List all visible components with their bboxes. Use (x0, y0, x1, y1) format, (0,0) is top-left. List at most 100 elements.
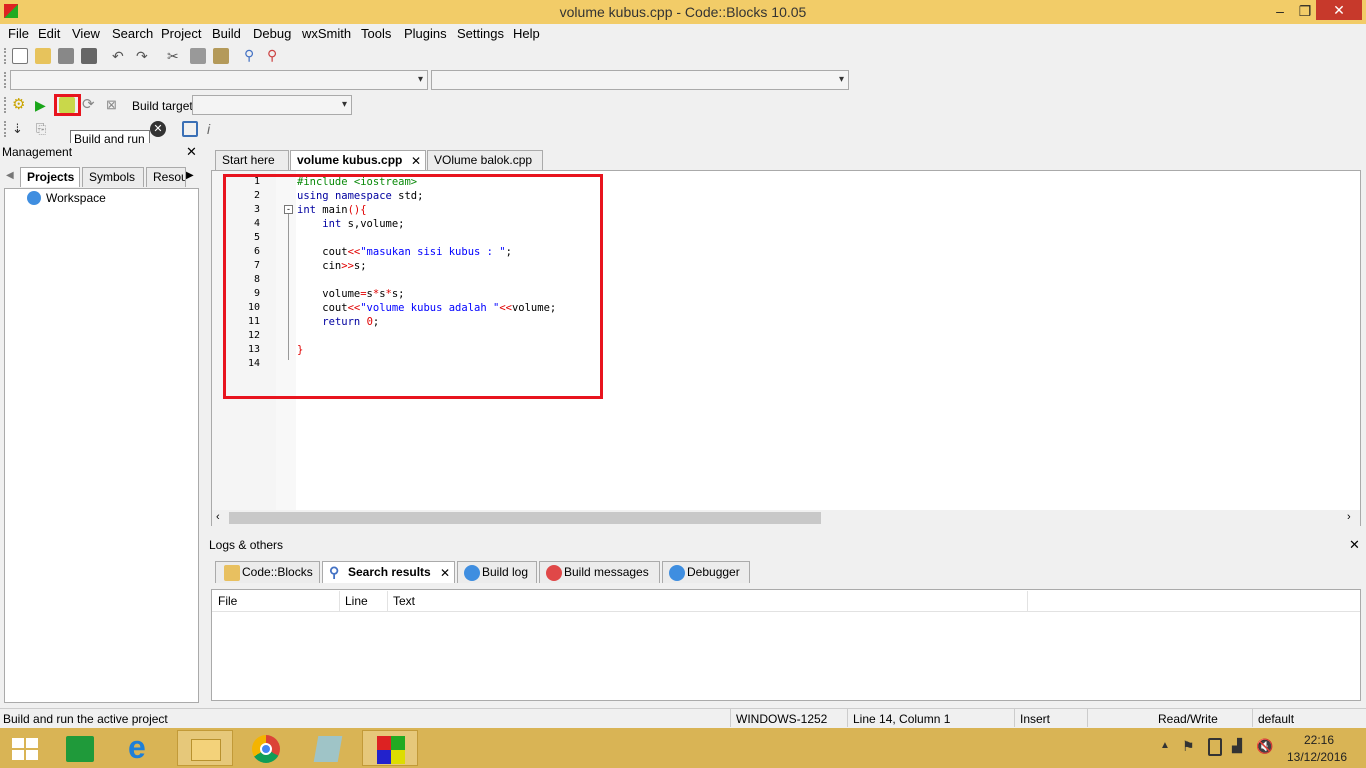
menu-search[interactable]: Search (112, 26, 153, 41)
debugger-icon (669, 565, 685, 581)
clock-time[interactable]: 22:16 (1304, 733, 1334, 747)
menu-wxsmith[interactable]: wxSmith (302, 26, 351, 41)
menu-view[interactable]: View (72, 26, 100, 41)
undo-icon[interactable]: ↶ (112, 49, 128, 66)
chevron-down-icon: ▾ (341, 99, 347, 110)
abort-icon[interactable]: ⊠ (106, 97, 122, 113)
menu-project[interactable]: Project (161, 26, 201, 41)
window-title: volume kubus.cpp - Code::Blocks 10.05 (559, 4, 807, 20)
tab-label: Search results (348, 565, 431, 579)
taskbar-store[interactable] (54, 730, 110, 766)
battery-icon[interactable] (1208, 738, 1222, 756)
signal-icon[interactable]: ▟ (1232, 738, 1242, 754)
menu-tools[interactable]: Tools (361, 26, 391, 41)
cut-icon[interactable]: ✂ (167, 49, 183, 65)
scrollbar-thumb[interactable] (229, 512, 821, 524)
build-icon[interactable]: ⚙ (12, 97, 28, 113)
menu-edit[interactable]: Edit (38, 26, 60, 41)
menu-plugins[interactable]: Plugins (404, 26, 447, 41)
status-encoding: WINDOWS-1252 (736, 712, 828, 726)
menu-settings[interactable]: Settings (457, 26, 504, 41)
windows-logo-icon (12, 738, 38, 760)
stop-debug-icon[interactable]: ✕ (150, 121, 166, 137)
tab-search-results[interactable]: ⚲ Search results ✕ (322, 561, 455, 583)
column-text[interactable]: Text (393, 594, 415, 608)
tab-debugger[interactable]: Debugger (662, 561, 750, 583)
tray-expand-icon[interactable]: ▲ (1160, 740, 1170, 751)
tab-scroll-left-icon[interactable]: ◀ (6, 170, 14, 181)
logs-close-icon[interactable]: ✕ (1349, 537, 1360, 553)
tab-projects[interactable]: Projects (20, 167, 80, 187)
search-icon: ⚲ (329, 564, 340, 580)
taskbar-app[interactable] (300, 730, 356, 766)
status-divider (730, 709, 731, 727)
debug-windows-icon[interactable] (182, 121, 198, 137)
paste-icon[interactable] (213, 48, 229, 64)
management-title: Management (2, 145, 73, 159)
logs-title: Logs & others (209, 538, 284, 552)
tab-scroll-right-icon[interactable]: ▶ (186, 170, 194, 181)
save-all-icon[interactable] (81, 48, 97, 64)
close-tab-icon[interactable]: ✕ (411, 152, 421, 170)
tab-resources[interactable]: Resou (146, 167, 186, 187)
menu-file[interactable]: File (8, 26, 29, 41)
scroll-left-icon[interactable]: ‹ (216, 511, 220, 523)
debug-run-to-cursor-icon[interactable]: ⇣ (12, 121, 28, 137)
new-file-icon[interactable] (12, 48, 28, 64)
redo-icon[interactable]: ↷ (136, 49, 152, 66)
status-profile: default (1258, 712, 1295, 726)
close-tab-icon[interactable]: ✕ (440, 563, 450, 583)
clock-date[interactable]: 13/12/2016 (1287, 750, 1347, 764)
build-target-dropdown[interactable]: ▾ (192, 95, 352, 115)
code-completion-toolbar: ▾ ▾ (0, 68, 860, 92)
tab-symbols[interactable]: Symbols (82, 167, 144, 187)
internet-explorer-icon: e (128, 729, 146, 765)
tab-label: Code::Blocks (242, 565, 313, 579)
toolbar-grip (4, 72, 7, 88)
tab-build-messages[interactable]: Build messages (539, 561, 660, 583)
workspace-icon (27, 191, 41, 205)
tab-label: Build log (482, 565, 529, 579)
list-header (212, 590, 1360, 612)
scroll-right-icon[interactable]: › (1347, 511, 1351, 523)
column-divider (339, 591, 340, 611)
find-icon[interactable]: ⚲ (244, 48, 260, 64)
column-line[interactable]: Line (345, 594, 368, 608)
menu-help[interactable]: Help (513, 26, 540, 41)
management-close-icon[interactable]: ✕ (186, 144, 197, 160)
build-target-label: Build target: (132, 99, 197, 113)
close-button[interactable]: ✕ (1316, 0, 1362, 20)
highlight-build-and-run (54, 94, 81, 116)
chrome-center (260, 743, 272, 755)
taskbar-internet-explorer[interactable]: e (118, 730, 174, 766)
save-icon[interactable] (58, 48, 74, 64)
tab-start-here[interactable]: Start here (215, 150, 289, 170)
rebuild-icon[interactable]: ⟳ (82, 97, 98, 113)
info-icon[interactable]: i (207, 121, 223, 137)
tab-label: Build messages (564, 565, 649, 579)
action-center-flag-icon[interactable]: ⚑ (1182, 738, 1195, 755)
tab-volume-kubus[interactable]: volume kubus.cpp ✕ (290, 150, 426, 170)
menu-debug[interactable]: Debug (253, 26, 291, 41)
start-button[interactable] (0, 730, 56, 766)
menu-build[interactable]: Build (212, 26, 241, 41)
tab-codeblocks-log[interactable]: Code::Blocks (215, 561, 320, 583)
column-file[interactable]: File (218, 594, 237, 608)
tab-volume-balok[interactable]: VOlume balok.cpp (427, 150, 543, 170)
tree-item-workspace[interactable]: Workspace (46, 191, 106, 205)
taskbar-chrome[interactable] (238, 730, 294, 766)
open-icon[interactable] (35, 48, 51, 64)
status-access: Read/Write (1158, 712, 1218, 726)
copy-icon[interactable] (190, 48, 206, 64)
column-divider (1027, 591, 1028, 611)
taskbar-file-explorer[interactable] (177, 730, 233, 766)
tab-build-log[interactable]: Build log (457, 561, 537, 583)
replace-icon[interactable]: ⚲ (267, 48, 283, 64)
taskbar-codeblocks[interactable] (362, 730, 418, 766)
function-dropdown[interactable]: ▾ (431, 70, 849, 90)
run-icon[interactable]: ▶ (35, 97, 51, 113)
scope-dropdown[interactable]: ▾ (10, 70, 428, 90)
volume-muted-icon[interactable]: 🔇 (1256, 738, 1273, 755)
build-messages-icon (546, 565, 562, 581)
debug-next-line-icon[interactable]: ⎘ (36, 121, 52, 137)
